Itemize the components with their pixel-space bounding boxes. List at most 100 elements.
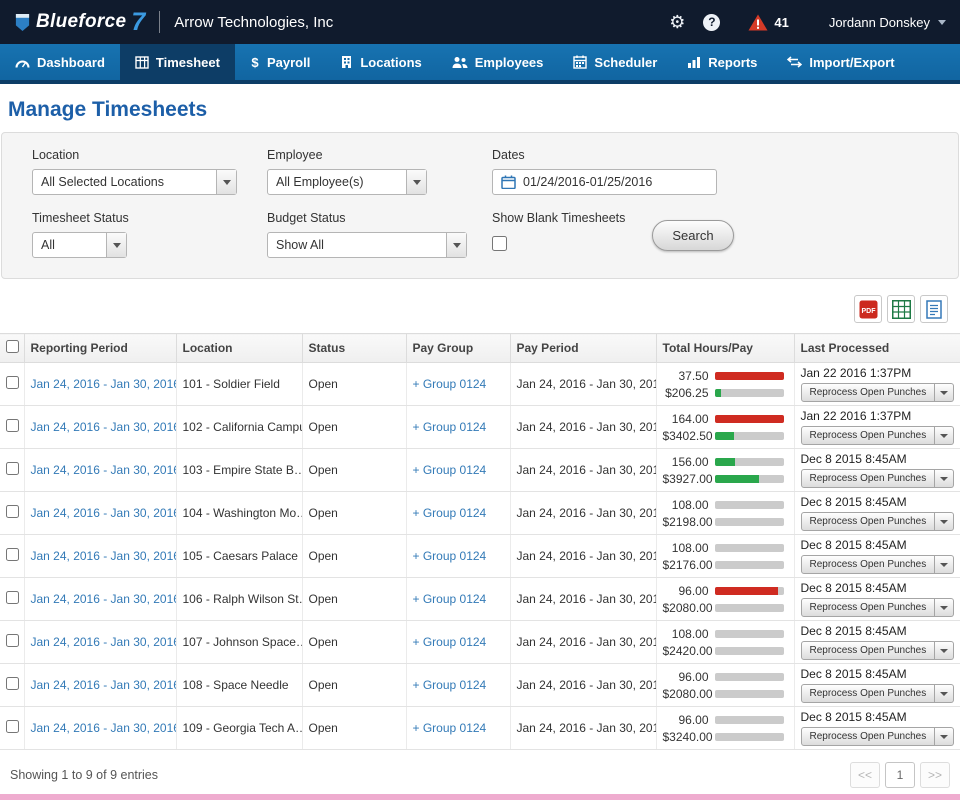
total-hours-pay-cell: 156.00 $3927.00 [655,448,794,492]
row-checkbox[interactable] [6,376,19,389]
row-checkbox[interactable] [6,419,19,432]
reprocess-dropdown-button[interactable] [935,383,955,402]
row-checkbox[interactable] [6,462,19,475]
reprocess-open-punches-button[interactable]: Reprocess Open Punches [800,426,936,445]
pay-period-cell: Jan 24, 2016 - Jan 30, 2016 [509,448,656,492]
last-processed-date: Dec 8 2015 8:45AM [800,710,907,724]
table-row: Jan 24, 2016 - Jan 30, 2016 107 - Johnso… [0,620,960,664]
search-button[interactable]: Search [652,220,734,251]
row-checkbox[interactable] [6,720,19,733]
reprocess-open-punches-button[interactable]: Reprocess Open Punches [800,727,936,746]
reporting-period-link[interactable]: Jan 24, 2016 - Jan 30, 2016 [31,678,177,692]
location-cell: 104 - Washington Mo… [175,491,302,535]
employee-dropdown-value: All Employee(s) [276,175,364,189]
header-location[interactable]: Location [175,333,302,363]
row-checkbox[interactable] [6,505,19,518]
row-checkbox[interactable] [6,634,19,647]
alerts-button[interactable]: 41 [748,14,789,31]
chevron-down-icon [940,390,949,395]
reprocess-dropdown-button[interactable] [935,512,955,531]
tab-dashboard[interactable]: Dashboard [0,44,120,80]
pay-group-link[interactable]: + Group 0124 [413,549,487,563]
export-pdf-button[interactable]: PDF [854,295,882,323]
export-document-button[interactable] [920,295,948,323]
tab-label: Scheduler [594,54,658,70]
pagination-next-button[interactable]: >> [920,762,950,788]
reprocess-dropdown-button[interactable] [935,555,955,574]
header-reporting-period[interactable]: Reporting Period [23,333,176,363]
total-hours-pay-cell: 108.00 $2198.00 [655,491,794,535]
tab-scheduler[interactable]: Scheduler [558,44,672,80]
reprocess-open-punches-button[interactable]: Reprocess Open Punches [800,684,936,703]
tab-locations[interactable]: Locations [325,44,436,80]
reporting-period-link[interactable]: Jan 24, 2016 - Jan 30, 2016 [31,635,177,649]
tab-timesheet[interactable]: Timesheet [119,44,235,80]
tab-payroll[interactable]: $ Payroll [235,44,325,80]
table-row: Jan 24, 2016 - Jan 30, 2016 109 - Georgi… [0,706,960,750]
pagination-page-1-button[interactable]: 1 [885,762,915,788]
pay-group-link[interactable]: + Group 0124 [413,463,487,477]
header-pay-period[interactable]: Pay Period [509,333,656,363]
pay-group-link[interactable]: + Group 0124 [413,506,487,520]
reprocess-open-punches-button[interactable]: Reprocess Open Punches [800,641,936,660]
timesheet-status-dropdown[interactable]: All [32,232,127,258]
pay-group-link[interactable]: + Group 0124 [413,678,487,692]
total-hours-pay-cell: 164.00 $3402.50 [655,405,794,449]
locations-icon [340,55,353,69]
pay-group-link[interactable]: + Group 0124 [413,420,487,434]
filter-panel: Location All Selected Locations Employee… [1,132,959,279]
reprocess-dropdown-button[interactable] [935,598,955,617]
brand-logo[interactable]: Blueforce 7 [14,8,145,37]
row-checkbox[interactable] [6,677,19,690]
header-total-hours-pay[interactable]: Total Hours/Pay [655,333,794,363]
pay-group-link[interactable]: + Group 0124 [413,377,487,391]
employee-dropdown[interactable]: All Employee(s) [267,169,427,195]
reprocess-open-punches-button[interactable]: Reprocess Open Punches [800,555,936,574]
reprocess-open-punches-button[interactable]: Reprocess Open Punches [800,469,936,488]
reprocess-open-punches-button[interactable]: Reprocess Open Punches [800,383,936,402]
last-processed-date: Dec 8 2015 8:45AM [800,495,907,509]
pay-group-link[interactable]: + Group 0124 [413,635,487,649]
reprocess-open-punches-button[interactable]: Reprocess Open Punches [800,512,936,531]
location-cell: 106 - Ralph Wilson St… [175,577,302,621]
header-pay-group[interactable]: Pay Group [405,333,510,363]
reporting-period-link[interactable]: Jan 24, 2016 - Jan 30, 2016 [31,420,177,434]
last-processed-date: Dec 8 2015 8:45AM [800,538,907,552]
reporting-period-link[interactable]: Jan 24, 2016 - Jan 30, 2016 [31,506,177,520]
reporting-period-link[interactable]: Jan 24, 2016 - Jan 30, 2016 [31,721,177,735]
reprocess-dropdown-button[interactable] [935,469,955,488]
pay-group-link[interactable]: + Group 0124 [413,721,487,735]
reporting-period-link[interactable]: Jan 24, 2016 - Jan 30, 2016 [31,463,177,477]
hours-progress-bar [714,371,784,380]
pagination-prev-button[interactable]: << [850,762,880,788]
dates-input[interactable]: 01/24/2016-01/25/2016 [492,169,717,195]
reprocess-open-punches-button[interactable]: Reprocess Open Punches [800,598,936,617]
reprocess-dropdown-button[interactable] [935,641,955,660]
reports-icon [687,56,701,69]
help-icon[interactable]: ? [703,13,721,31]
show-blank-checkbox[interactable] [492,236,507,251]
header-status[interactable]: Status [301,333,406,363]
reprocess-dropdown-button[interactable] [935,426,955,445]
budget-status-dropdown[interactable]: Show All [267,232,467,258]
tab-employees[interactable]: Employees [437,44,559,80]
user-menu[interactable]: Jordann Donskey [829,15,946,30]
pay-group-link[interactable]: + Group 0124 [413,592,487,606]
reporting-period-link[interactable]: Jan 24, 2016 - Jan 30, 2016 [31,592,177,606]
header-last-processed[interactable]: Last Processed [793,333,960,363]
reporting-period-link[interactable]: Jan 24, 2016 - Jan 30, 2016 [31,377,177,391]
chevron-down-icon [216,170,236,194]
last-processed-cell: Dec 8 2015 8:45AM Reprocess Open Punches [793,706,960,750]
reprocess-dropdown-button[interactable] [935,727,955,746]
pay-period-cell: Jan 24, 2016 - Jan 30, 2016 [509,620,656,664]
export-excel-button[interactable] [887,295,915,323]
row-checkbox[interactable] [6,591,19,604]
select-all-checkbox[interactable] [6,340,19,353]
location-dropdown[interactable]: All Selected Locations [32,169,237,195]
reporting-period-link[interactable]: Jan 24, 2016 - Jan 30, 2016 [31,549,177,563]
reprocess-dropdown-button[interactable] [935,684,955,703]
tab-import-export[interactable]: Import/Export [772,44,909,80]
row-checkbox[interactable] [6,548,19,561]
gear-icon[interactable]: ⚙ [669,13,685,31]
tab-reports[interactable]: Reports [672,44,772,80]
